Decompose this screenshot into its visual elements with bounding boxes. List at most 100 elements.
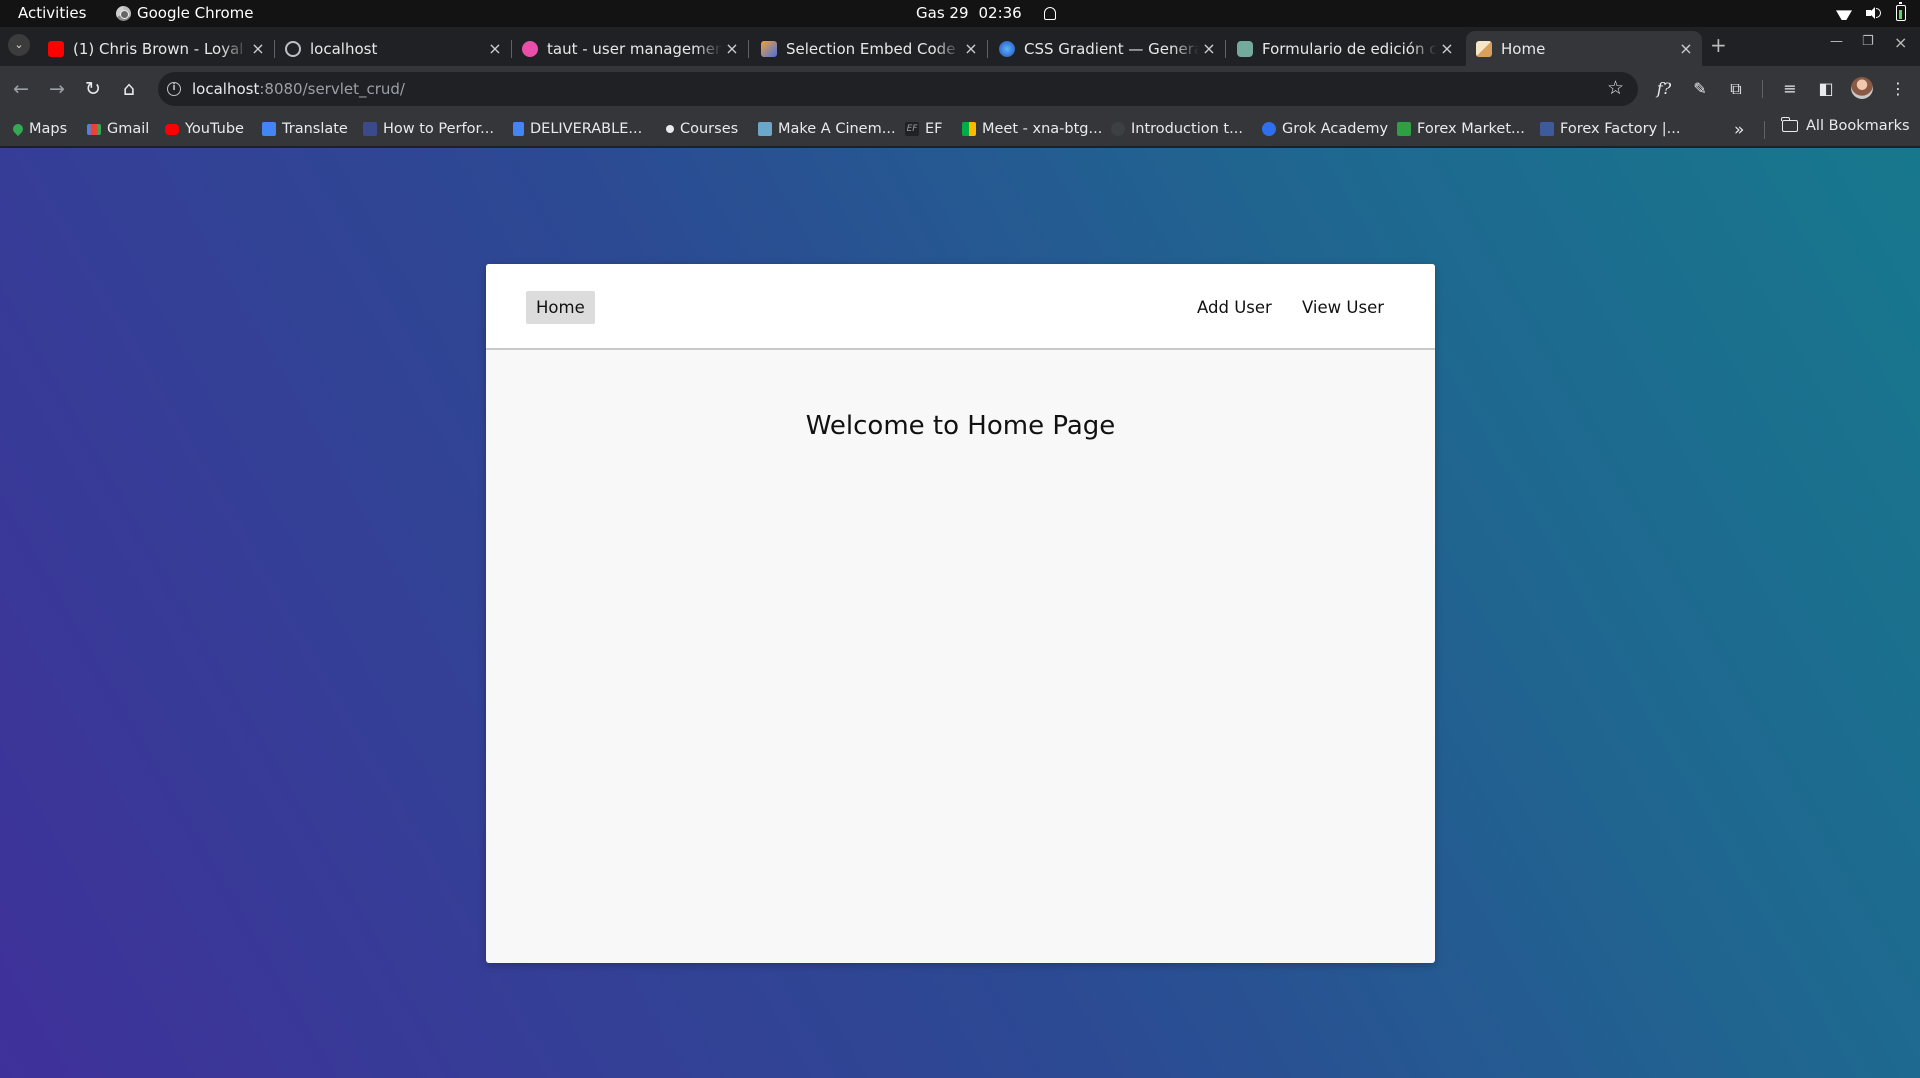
- tab-title: Home: [1501, 39, 1546, 58]
- tab-separator: [748, 40, 749, 58]
- bookmark-deliverable[interactable]: DELIVERABLE...: [513, 118, 642, 140]
- tab-title: Selection Embed Code - (: [786, 39, 961, 58]
- ef-logo-icon: EF: [905, 122, 919, 136]
- bookmark-how-to-perform[interactable]: How to Perfor...: [363, 118, 494, 140]
- bookmark-maps[interactable]: Maps: [10, 118, 67, 140]
- system-tray[interactable]: [1836, 2, 1906, 21]
- window-close-icon[interactable]: ×: [1894, 33, 1907, 52]
- bookmark-gmail[interactable]: Gmail: [87, 118, 149, 140]
- tab-title: Formulario de edición co: [1262, 39, 1437, 58]
- system-top-bar: Activities Google Chrome Gas 29 02:36: [0, 0, 1920, 27]
- bookmark-introduction[interactable]: Introduction t...: [1111, 118, 1243, 140]
- css-gradient-favicon-icon: [999, 40, 1015, 57]
- tab-title: localhost: [310, 39, 378, 58]
- bookmark-label: DELIVERABLE...: [530, 121, 643, 137]
- toolbar-divider: [1762, 80, 1763, 98]
- browser-toolbar: ← → ↻ ⌂ i localhost:8080/servlet_crud/ ☆…: [0, 66, 1920, 112]
- forex-market-icon: [1397, 122, 1411, 136]
- date-label: Gas 29: [916, 4, 969, 22]
- minimize-icon[interactable]: —: [1830, 34, 1843, 49]
- tab-title: (1) Chris Brown - Loyal (: [73, 39, 248, 58]
- tab-selection-embed[interactable]: Selection Embed Code - ( ×: [751, 31, 988, 66]
- wifi-icon: [1836, 6, 1852, 20]
- new-tab-button[interactable]: +: [1710, 33, 1727, 57]
- close-tab-icon[interactable]: ×: [485, 39, 505, 58]
- youtube-favicon-icon: [48, 40, 64, 57]
- gmail-icon: [87, 123, 101, 135]
- bookmark-ef[interactable]: EF EF: [905, 118, 943, 140]
- clock[interactable]: Gas 29 02:36: [916, 4, 1056, 22]
- back-arrow-icon[interactable]: ←: [10, 78, 32, 100]
- bookmark-grok-academy[interactable]: Grok Academy: [1262, 118, 1388, 140]
- tab-strip: ⌄ (1) Chris Brown - Loyal ( × localhost …: [0, 27, 1920, 66]
- more-bookmarks-chevron-icon[interactable]: »: [1734, 120, 1744, 140]
- maps-pin-icon: [10, 121, 26, 137]
- bookmark-translate[interactable]: Translate: [262, 118, 348, 140]
- page-title: Welcome to Home Page: [805, 411, 1116, 441]
- youtube-icon: [165, 123, 179, 135]
- bookmark-meet[interactable]: Meet - xna-btg...: [962, 118, 1102, 140]
- cinema-favicon-icon: [758, 122, 772, 136]
- close-tab-icon[interactable]: ×: [1199, 39, 1219, 58]
- site-favicon-icon: [1111, 122, 1125, 136]
- activities-button[interactable]: Activities: [18, 4, 86, 22]
- volume-icon: [1866, 6, 1882, 20]
- tab-localhost[interactable]: localhost ×: [275, 31, 512, 66]
- eyedropper-extension-icon[interactable]: ✎: [1688, 77, 1712, 101]
- site-info-icon[interactable]: i: [167, 82, 181, 96]
- url-path: :8080/servlet_crud/: [259, 80, 405, 98]
- chrome-menu-icon[interactable]: ⋮: [1886, 77, 1910, 101]
- chrome-icon: [116, 5, 131, 21]
- google-meet-icon: [962, 122, 976, 136]
- battery-icon: [1896, 2, 1906, 21]
- globe-favicon-icon: [285, 40, 301, 57]
- tab-title: CSS Gradient — Generat: [1024, 39, 1199, 58]
- bookmark-make-a-cinema[interactable]: Make A Cinem...: [758, 118, 896, 140]
- reload-icon[interactable]: ↻: [82, 78, 104, 100]
- bookmark-youtube[interactable]: YouTube: [165, 118, 244, 140]
- app-menu[interactable]: Google Chrome: [116, 4, 254, 22]
- tab-separator: [1225, 40, 1226, 58]
- nav-view-user-link[interactable]: View User: [1292, 291, 1394, 324]
- app-name: Google Chrome: [137, 4, 254, 22]
- tab-css-gradient[interactable]: CSS Gradient — Generat ×: [989, 31, 1226, 66]
- bookmark-forex-factory[interactable]: Forex Factory |...: [1540, 118, 1680, 140]
- all-bookmarks-button[interactable]: All Bookmarks: [1781, 117, 1910, 134]
- close-tab-icon[interactable]: ×: [1437, 39, 1457, 58]
- embed-favicon-icon: [761, 40, 777, 57]
- side-panel-icon[interactable]: ◧: [1814, 77, 1838, 101]
- nav-home-link[interactable]: Home: [526, 291, 595, 324]
- tab-taut[interactable]: taut - user management ×: [512, 31, 749, 66]
- all-bookmarks-label: All Bookmarks: [1806, 118, 1910, 134]
- bookmark-label: EF: [925, 121, 943, 137]
- address-bar[interactable]: i localhost:8080/servlet_crud/ ☆: [158, 72, 1638, 106]
- url-text[interactable]: localhost:8080/servlet_crud/: [192, 80, 405, 98]
- profile-avatar[interactable]: [1851, 77, 1873, 99]
- site-navbar: Home Add User View User: [486, 264, 1435, 350]
- forward-arrow-icon[interactable]: →: [46, 78, 68, 100]
- bookmark-courses[interactable]: Courses: [666, 118, 738, 140]
- tab-youtube[interactable]: (1) Chris Brown - Loyal ( ×: [38, 31, 275, 66]
- bookmark-label: Courses: [680, 121, 739, 137]
- bookmark-label: Forex Factory |...: [1560, 121, 1681, 137]
- google-docs-icon: [513, 122, 524, 136]
- close-tab-icon[interactable]: ×: [722, 39, 742, 58]
- close-tab-icon[interactable]: ×: [248, 39, 268, 58]
- folder-icon: [1781, 117, 1798, 132]
- formula-extension-icon[interactable]: f?: [1652, 77, 1676, 101]
- notification-bell-icon: [1043, 6, 1056, 20]
- courses-icon: [666, 125, 674, 133]
- close-tab-icon[interactable]: ×: [961, 39, 981, 58]
- media-controls-icon[interactable]: ≡: [1778, 77, 1802, 101]
- restore-icon[interactable]: ❐: [1862, 34, 1874, 49]
- home-icon[interactable]: ⌂: [118, 78, 140, 100]
- tab-search-button[interactable]: ⌄: [8, 34, 30, 56]
- tab-home[interactable]: Home ×: [1466, 31, 1702, 66]
- site-favicon-icon: [363, 122, 377, 136]
- bookmark-forex-market[interactable]: Forex Market...: [1397, 118, 1525, 140]
- close-tab-icon[interactable]: ×: [1676, 39, 1696, 58]
- extensions-puzzle-icon[interactable]: ⧉: [1724, 77, 1748, 101]
- bookmark-star-icon[interactable]: ☆: [1607, 77, 1624, 99]
- tab-formulario[interactable]: Formulario de edición co ×: [1227, 31, 1463, 66]
- nav-add-user-link[interactable]: Add User: [1187, 291, 1282, 324]
